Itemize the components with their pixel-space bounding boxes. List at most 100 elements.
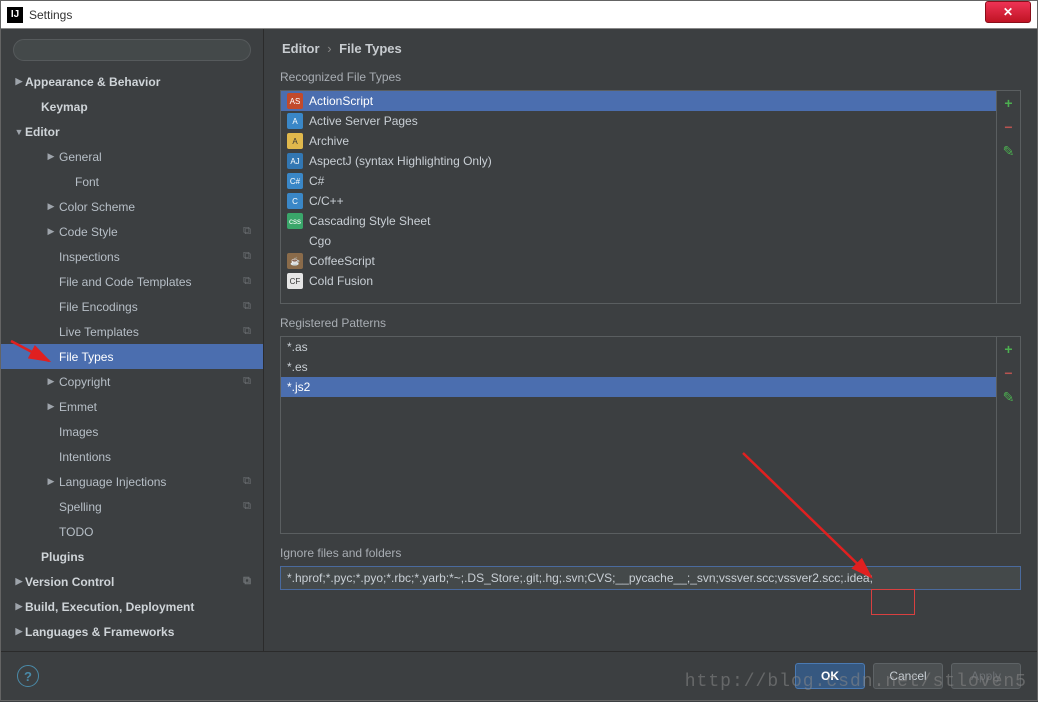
window-close-button[interactable]: ✕ xyxy=(985,1,1031,23)
scheme-icon: ⧉ xyxy=(243,275,251,288)
tree-item-file-and-code-templates[interactable]: File and Code Templates ⧉ xyxy=(1,269,263,294)
expand-arrow-icon: ▶ xyxy=(41,151,61,162)
tree-item-label: Copyright xyxy=(59,375,110,389)
expand-arrow-icon: ▶ xyxy=(9,626,29,637)
filetype-row[interactable]: A Active Server Pages xyxy=(281,111,996,131)
settings-tree[interactable]: ▶Appearance & BehaviorKeymap▼Editor▶Gene… xyxy=(1,65,263,651)
tree-item-label: File and Code Templates xyxy=(59,275,192,289)
filetype-row[interactable]: CF Cold Fusion xyxy=(281,271,996,291)
filetype-label: Active Server Pages xyxy=(309,114,418,128)
add-pattern-button[interactable]: + xyxy=(1001,341,1017,357)
filetype-row[interactable]: AArchive xyxy=(281,131,996,151)
patterns-list[interactable]: *.as *.es *.js2 xyxy=(281,337,996,533)
tree-item-label: Appearance & Behavior xyxy=(25,75,160,89)
tree-item-label: Version Control xyxy=(25,575,114,589)
recognized-label: Recognized File Types xyxy=(264,66,1037,90)
tree-item-intentions[interactable]: Intentions xyxy=(1,444,263,469)
filetype-label: ActionScript xyxy=(309,94,373,108)
filetype-label: C/C++ xyxy=(309,194,344,208)
filetype-icon: A xyxy=(287,113,303,129)
filetype-label: Archive xyxy=(309,134,349,148)
tree-item-label: Languages & Frameworks xyxy=(25,625,174,639)
filetype-row[interactable]: Cgo xyxy=(281,231,996,251)
remove-filetype-button[interactable]: − xyxy=(1001,119,1017,135)
filetype-row[interactable]: AJAspectJ (syntax Highlighting Only) xyxy=(281,151,996,171)
tree-item-spelling[interactable]: Spelling⧉ xyxy=(1,494,263,519)
tree-item-file-encodings[interactable]: File Encodings ⧉ xyxy=(1,294,263,319)
tree-item-images[interactable]: Images xyxy=(1,419,263,444)
tree-item-label: Plugins xyxy=(41,550,84,564)
filetype-icon: CF xyxy=(287,273,303,289)
add-filetype-button[interactable]: + xyxy=(1001,95,1017,111)
tree-item-file-types[interactable]: File Types xyxy=(1,344,263,369)
tree-item-label: Images xyxy=(59,425,98,439)
pattern-row[interactable]: *.js2 xyxy=(281,377,996,397)
filetype-label: Cold Fusion xyxy=(309,274,373,288)
filetype-row[interactable]: C#C# xyxy=(281,171,996,191)
tree-item-label: File Encodings xyxy=(59,300,138,314)
tree-item-emmet[interactable]: ▶Emmet xyxy=(1,394,263,419)
expand-arrow-icon: ▶ xyxy=(41,201,61,212)
tree-item-todo[interactable]: TODO xyxy=(1,519,263,544)
tree-item-version-control[interactable]: ▶Version Control⧉ xyxy=(1,569,263,594)
filetype-row[interactable]: C C/C++ xyxy=(281,191,996,211)
tree-item-plugins[interactable]: Plugins xyxy=(1,544,263,569)
scheme-icon: ⧉ xyxy=(243,475,251,488)
tree-item-color-scheme[interactable]: ▶Color Scheme xyxy=(1,194,263,219)
breadcrumb-root: Editor xyxy=(282,41,320,56)
search-input[interactable] xyxy=(13,39,251,61)
tree-item-label: Inspections xyxy=(59,250,120,264)
recognized-list[interactable]: ASActionScript A Active Server Pages AArchi… xyxy=(281,91,996,303)
filetype-row[interactable]: ☕ CoffeeScript xyxy=(281,251,996,271)
filetype-row[interactable]: ASActionScript xyxy=(281,91,996,111)
tree-item-build-execution-deployment[interactable]: ▶Build, Execution, Deployment xyxy=(1,594,263,619)
tree-item-code-style[interactable]: ▶Code Style ⧉ xyxy=(1,219,263,244)
tree-item-label: Color Scheme xyxy=(59,200,135,214)
tree-item-general[interactable]: ▶General xyxy=(1,144,263,169)
remove-pattern-button[interactable]: − xyxy=(1001,365,1017,381)
scheme-icon: ⧉ xyxy=(243,225,251,238)
pattern-row[interactable]: *.as xyxy=(281,337,996,357)
expand-arrow-icon: ▶ xyxy=(41,376,61,387)
filetype-icon: C xyxy=(287,193,303,209)
settings-sidebar: ⌕ ▶Appearance & BehaviorKeymap▼Editor▶Ge… xyxy=(1,29,264,651)
tree-item-label: Font xyxy=(75,175,99,189)
filetype-icon xyxy=(287,233,303,249)
edit-filetype-button[interactable]: ✎ xyxy=(1001,143,1017,159)
pattern-row[interactable]: *.es xyxy=(281,357,996,377)
filetype-icon: css xyxy=(287,213,303,229)
tree-item-language-injections[interactable]: ▶Language Injections⧉ xyxy=(1,469,263,494)
filetype-icon: C# xyxy=(287,173,303,189)
tree-item-label: Code Style xyxy=(59,225,118,239)
scheme-icon: ⧉ xyxy=(243,575,251,588)
tree-item-keymap[interactable]: Keymap xyxy=(1,94,263,119)
recognized-tools: + − ✎ xyxy=(996,91,1020,303)
expand-arrow-icon: ▶ xyxy=(9,76,29,87)
edit-pattern-button[interactable]: ✎ xyxy=(1001,389,1017,405)
tree-item-languages-frameworks[interactable]: ▶Languages & Frameworks xyxy=(1,619,263,644)
tree-item-font[interactable]: Font xyxy=(1,169,263,194)
tree-item-label: Intentions xyxy=(59,450,111,464)
expand-arrow-icon: ▶ xyxy=(41,476,61,487)
scheme-icon: ⧉ xyxy=(243,300,251,313)
pattern-label: *.es xyxy=(287,360,308,374)
tree-item-live-templates[interactable]: Live Templates⧉ xyxy=(1,319,263,344)
breadcrumb-sep: › xyxy=(327,41,331,56)
expand-arrow-icon: ▶ xyxy=(9,601,29,612)
expand-arrow-icon: ▶ xyxy=(41,226,61,237)
help-button[interactable]: ? xyxy=(17,665,39,687)
filetype-row[interactable]: cssCascading Style Sheet xyxy=(281,211,996,231)
tree-item-inspections[interactable]: Inspections⧉ xyxy=(1,244,263,269)
filetype-icon: AJ xyxy=(287,153,303,169)
breadcrumb: Editor › File Types xyxy=(264,29,1037,66)
tree-item-editor[interactable]: ▼Editor xyxy=(1,119,263,144)
breadcrumb-leaf: File Types xyxy=(339,41,402,56)
tree-item-copyright[interactable]: ▶Copyright⧉ xyxy=(1,369,263,394)
tree-item-label: Keymap xyxy=(41,100,88,114)
app-icon: IJ xyxy=(7,7,23,23)
filetype-icon: ☕ xyxy=(287,253,303,269)
filetype-label: CoffeeScript xyxy=(309,254,375,268)
ignore-input[interactable] xyxy=(280,566,1021,590)
tree-item-appearance-behavior[interactable]: ▶Appearance & Behavior xyxy=(1,69,263,94)
tree-item-label: Editor xyxy=(25,125,60,139)
